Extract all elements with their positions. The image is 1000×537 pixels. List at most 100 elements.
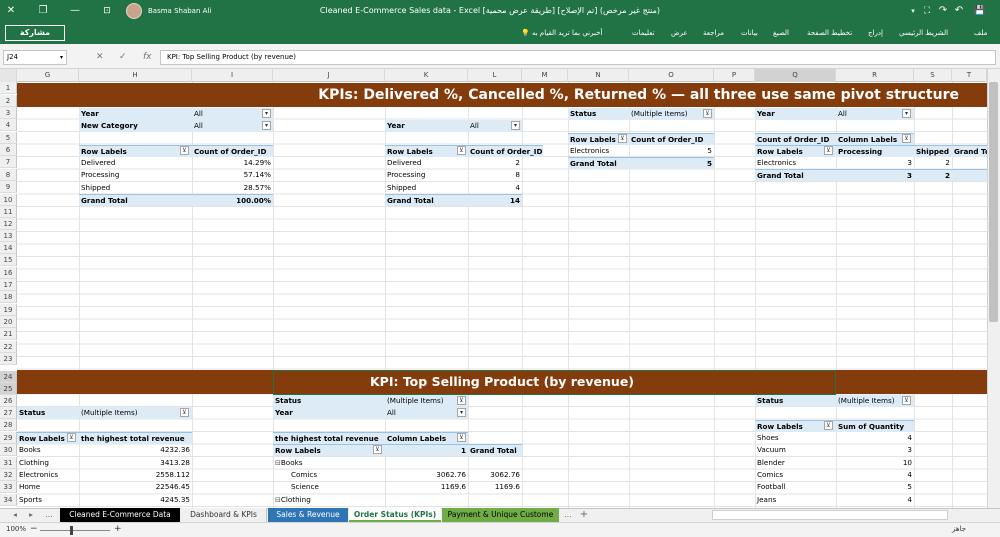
zoom-slider[interactable] xyxy=(40,530,110,531)
column-header[interactable]: P xyxy=(714,69,755,82)
row-header[interactable]: 26 xyxy=(0,395,17,407)
tab-review[interactable]: مراجعة xyxy=(703,22,724,44)
more-sheets-right[interactable]: ... xyxy=(562,508,574,522)
row-header[interactable]: 8 xyxy=(0,169,17,181)
column-header[interactable]: G xyxy=(17,69,79,82)
column-header[interactable]: M xyxy=(522,69,568,82)
tell-me-box[interactable]: 💡 أخبرني بما تريد القيام به xyxy=(521,22,602,44)
row-header[interactable]: 18 xyxy=(0,291,17,303)
column-header[interactable]: S xyxy=(914,69,952,82)
row-header[interactable]: 1 xyxy=(0,82,17,94)
row-header[interactable]: 28 xyxy=(0,419,17,431)
row-header[interactable]: 22 xyxy=(0,341,17,353)
row-header[interactable]: 29 xyxy=(0,432,17,444)
tab-view[interactable]: عرض xyxy=(671,22,688,44)
sheet-tab-sales-revenue[interactable]: Sales & Revenue xyxy=(268,508,348,522)
row-header[interactable]: 34 xyxy=(0,494,17,506)
row-header[interactable]: 27 xyxy=(0,407,17,419)
row-header[interactable]: 5 xyxy=(0,132,17,144)
more-icon[interactable]: ▾ xyxy=(906,0,920,22)
filter-icon[interactable]: ⊻ xyxy=(902,134,911,143)
filter-icon[interactable]: ⊻ xyxy=(457,146,466,155)
row-header[interactable]: 4 xyxy=(0,119,17,131)
sheet-tab-order-status[interactable]: Order Status (KPIs) xyxy=(349,508,441,522)
tab-home[interactable]: الشريط الرئيسي xyxy=(899,22,948,44)
filter-icon[interactable]: ⊻ xyxy=(457,396,466,405)
row-header[interactable]: 11 xyxy=(0,206,17,218)
column-header[interactable]: O xyxy=(629,69,714,82)
sheet-tab-cleaned-data[interactable]: Cleaned E-Commerce Data xyxy=(60,508,180,522)
filter-value[interactable]: (Multiple Items) xyxy=(629,108,714,120)
row-header[interactable]: 9 xyxy=(0,181,17,193)
close-icon[interactable]: ✕ xyxy=(0,0,22,22)
row-header[interactable]: 10 xyxy=(0,194,17,206)
column-header[interactable]: K xyxy=(385,69,468,82)
row-header[interactable]: 13 xyxy=(0,230,17,242)
row-header[interactable]: 32 xyxy=(0,469,17,481)
row-header[interactable]: 14 xyxy=(0,242,17,254)
filter-icon[interactable]: ⊻ xyxy=(180,408,189,417)
chevron-down-icon[interactable]: ▾ xyxy=(60,51,63,64)
touch-mode-icon[interactable]: ⛶ xyxy=(920,0,934,22)
row-header[interactable]: 15 xyxy=(0,254,17,266)
row-header[interactable]: 3 xyxy=(0,107,17,119)
add-sheet-icon[interactable]: + xyxy=(578,508,590,522)
prev-sheet-icon[interactable]: ◂ xyxy=(10,508,20,522)
zoom-out-icon[interactable]: − xyxy=(30,524,38,534)
row-header[interactable]: 16 xyxy=(0,267,17,279)
tab-help[interactable]: تعليمات xyxy=(632,22,655,44)
row-header[interactable]: 7 xyxy=(0,156,17,168)
chevron-down-icon[interactable]: ▾ xyxy=(902,109,911,118)
filter-value[interactable]: (Multiple Items) xyxy=(385,395,468,407)
column-header[interactable]: R xyxy=(836,69,914,82)
undo-icon[interactable]: ↶ xyxy=(952,0,966,22)
more-sheets-left[interactable]: ... xyxy=(42,508,56,522)
filter-value[interactable]: (Multiple Items) xyxy=(79,407,192,419)
row-header[interactable]: 21 xyxy=(0,328,17,340)
minimize-icon[interactable]: — xyxy=(64,0,86,22)
row-header[interactable]: 24 xyxy=(0,371,17,383)
select-all-corner[interactable] xyxy=(0,69,17,82)
share-button[interactable]: مشاركة xyxy=(5,25,65,41)
column-header[interactable]: L xyxy=(468,69,522,82)
filter-icon[interactable]: ⊻ xyxy=(703,109,712,118)
enter-icon[interactable]: ✓ xyxy=(119,50,127,65)
name-box[interactable]: J24 ▾ xyxy=(3,50,67,65)
next-sheet-icon[interactable]: ▸ xyxy=(26,508,36,522)
group-row[interactable]: ⊟Books xyxy=(273,457,385,469)
row-header[interactable]: 25 xyxy=(0,383,17,395)
cancel-icon[interactable]: ✕ xyxy=(96,50,104,65)
filter-icon[interactable]: ⊻ xyxy=(618,134,627,143)
column-header[interactable]: N xyxy=(568,69,629,82)
column-header[interactable]: J xyxy=(273,69,385,82)
chevron-down-icon[interactable]: ▾ xyxy=(262,121,271,130)
avatar[interactable] xyxy=(126,3,142,19)
filter-icon[interactable]: ⊻ xyxy=(824,421,833,430)
chevron-down-icon[interactable]: ▾ xyxy=(511,121,520,130)
row-header[interactable]: 19 xyxy=(0,304,17,316)
zoom-level[interactable]: 100% xyxy=(6,525,26,533)
row-header[interactable]: 6 xyxy=(0,144,17,156)
filter-value[interactable]: All xyxy=(192,108,273,120)
tab-insert[interactable]: إدراج xyxy=(868,22,883,44)
vertical-scroll-thumb[interactable] xyxy=(989,82,998,322)
row-header[interactable]: 17 xyxy=(0,279,17,291)
save-icon[interactable]: 💾 xyxy=(972,0,988,22)
formula-input[interactable]: KPI: Top Selling Product (by revenue) xyxy=(160,50,996,65)
row-header[interactable]: 2 xyxy=(0,95,17,107)
insert-function-icon[interactable]: fx xyxy=(143,50,152,65)
zoom-slider-thumb[interactable] xyxy=(70,526,73,535)
row-header[interactable]: 20 xyxy=(0,316,17,328)
filter-icon[interactable]: ⊻ xyxy=(902,396,911,405)
row-header[interactable]: 33 xyxy=(0,481,17,493)
sheet-tab-payment[interactable]: Payment & Unique Custome xyxy=(442,508,559,522)
filter-icon[interactable]: ⊻ xyxy=(180,146,189,155)
filter-icon[interactable]: ⊻ xyxy=(824,146,833,155)
redo-icon[interactable]: ↷ xyxy=(936,0,950,22)
filter-icon[interactable]: ⊻ xyxy=(373,445,382,454)
filter-icon[interactable]: ⊻ xyxy=(457,433,466,442)
chevron-down-icon[interactable]: ▾ xyxy=(262,109,271,118)
row-header[interactable]: 12 xyxy=(0,218,17,230)
row-header[interactable]: 30 xyxy=(0,444,17,456)
tab-page-layout[interactable]: تخطيط الصفحة xyxy=(807,22,852,44)
